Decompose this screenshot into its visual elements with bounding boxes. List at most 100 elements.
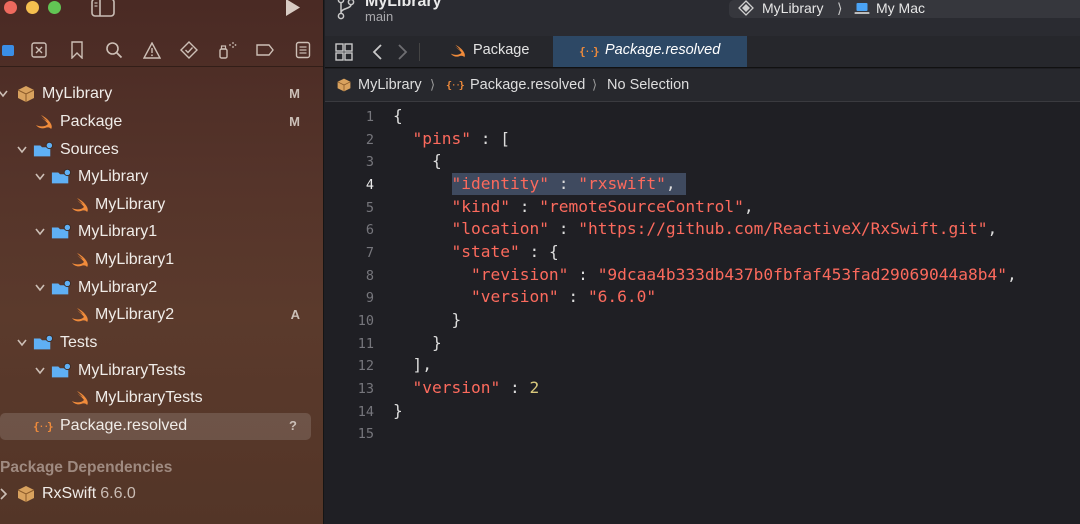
- swift-icon: [450, 44, 465, 58]
- report-navigator-tab[interactable]: [293, 40, 313, 60]
- folder-icon: [33, 334, 53, 350]
- swift-icon: [72, 391, 88, 405]
- target-diamond-icon: [738, 0, 754, 16]
- chevron-down-icon[interactable]: [35, 282, 45, 294]
- tree-row-mylibrary2-swift[interactable]: MyLibrary2 A: [0, 302, 323, 329]
- code-line: "kind" : "remoteSourceControl",: [451, 197, 754, 216]
- code-line: {: [393, 151, 442, 170]
- breakpoint-icon: [256, 44, 274, 56]
- tree-row-project[interactable]: MyLibrary M: [0, 81, 323, 108]
- tree-row-mylibrarytests-swift[interactable]: MyLibraryTests: [0, 385, 323, 412]
- code-line: "version" : 2: [412, 378, 540, 397]
- jump-bar-selection[interactable]: No Selection: [607, 77, 689, 93]
- svg-text:}: }: [593, 45, 600, 58]
- chevron-right-icon[interactable]: [0, 488, 8, 500]
- code-line: "version" : "6.6.0": [470, 287, 657, 306]
- chevron-down-icon[interactable]: [35, 226, 45, 238]
- package-icon: [17, 486, 35, 502]
- line-number: 14: [357, 404, 374, 420]
- branch-name[interactable]: main: [365, 9, 393, 24]
- test-diamond-icon: [180, 41, 198, 59]
- source-editor[interactable]: 1 2 3 4 5 6 7 8 9 10 11 12 13 14 15 { "p…: [325, 103, 1080, 524]
- line-number: 9: [365, 290, 374, 306]
- tree-row-mylibrary-folder[interactable]: MyLibrary: [0, 164, 323, 191]
- minimize-window-button[interactable]: [26, 1, 39, 14]
- report-icon: [295, 41, 311, 59]
- tree-row-mylibrary2-folder[interactable]: MyLibrary2: [0, 275, 323, 302]
- tree-row-package-resolved[interactable]: { ·· } Package.resolved ?: [0, 413, 311, 440]
- chevron-down-icon[interactable]: [0, 88, 8, 100]
- tree-row-mylibrary1-folder[interactable]: MyLibrary1: [0, 219, 323, 246]
- json-string: "rxswift": [578, 174, 666, 193]
- folder-icon: [33, 141, 53, 157]
- tree-row-mylibrary-swift[interactable]: MyLibrary: [0, 192, 323, 219]
- tab-bar-divider: [419, 43, 420, 61]
- window-toolbar: MyLibrary main MyLibrary ⟩ My Mac: [325, 0, 1080, 36]
- editor-tab-bar: Package { ·· } Package.resolved: [325, 36, 1080, 68]
- package-dependencies-header: Package Dependencies: [0, 459, 173, 476]
- jump-bar-separator: ⟩: [592, 77, 598, 92]
- project-navigator-tab[interactable]: [0, 40, 20, 60]
- dependency-row-rxswift[interactable]: RxSwift 6.6.0: [0, 481, 323, 508]
- branch-icon[interactable]: [337, 0, 355, 20]
- line-number: 3: [365, 154, 374, 170]
- line-number: 7: [365, 245, 374, 261]
- debug-navigator-tab[interactable]: [217, 40, 237, 60]
- code-line: "location" : "https://github.com/Reactiv…: [451, 219, 998, 238]
- code-line: ],: [393, 355, 432, 374]
- scheme-separator: ⟩: [837, 0, 843, 16]
- line-number: 15: [357, 426, 374, 442]
- chevron-down-icon[interactable]: [17, 337, 27, 349]
- tab-label: Package: [473, 42, 530, 58]
- json-file-icon: { ·· }: [446, 81, 465, 92]
- find-navigator-tab[interactable]: [104, 40, 124, 60]
- chevron-right-icon[interactable]: [396, 43, 410, 61]
- tab-package[interactable]: Package: [431, 36, 553, 67]
- chevron-left-icon[interactable]: [370, 43, 384, 61]
- tree-label: MyLibrary2: [95, 306, 175, 323]
- jump-bar-project[interactable]: MyLibrary: [358, 77, 422, 93]
- chevron-down-icon[interactable]: [35, 171, 45, 183]
- tree-row-mylibrarytests-folder[interactable]: MyLibraryTests: [0, 358, 323, 385]
- related-items-grid-icon[interactable]: [334, 42, 354, 62]
- search-icon: [106, 42, 123, 59]
- folder-icon: [51, 223, 71, 239]
- tab-package-resolved[interactable]: { ·· } Package.resolved: [553, 36, 747, 67]
- breakpoint-navigator-tab[interactable]: [255, 40, 275, 60]
- issue-navigator-tab[interactable]: [142, 40, 162, 60]
- code-line: }: [393, 401, 403, 420]
- navigator-divider: [0, 66, 323, 67]
- tree-row-tests-folder[interactable]: Tests: [0, 330, 323, 357]
- code-line: {: [393, 106, 403, 125]
- navigator-sidebar: MyLibrary M Package M Sources MyLibrary …: [0, 0, 324, 524]
- tree-label: MyLibrary: [95, 196, 166, 213]
- spray-icon: [219, 42, 237, 59]
- source-control-navigator-tab[interactable]: [29, 40, 49, 60]
- json-key: "revision": [470, 265, 569, 284]
- sidebar-toggle-icon[interactable]: [91, 0, 115, 17]
- run-icon[interactable]: [282, 0, 302, 18]
- jump-bar-file[interactable]: Package.resolved: [470, 77, 585, 93]
- tree-row-package-swift[interactable]: Package M: [0, 109, 323, 136]
- json-string: "6.6.0": [587, 287, 657, 306]
- test-navigator-tab[interactable]: [179, 40, 199, 60]
- code-line: "identity" : "rxswift",: [451, 174, 676, 193]
- tree-label: MyLibrary: [78, 168, 149, 185]
- bookmark-navigator-tab[interactable]: [67, 40, 87, 60]
- json-number: 2: [529, 378, 540, 397]
- tree-label: MyLibraryTests: [95, 389, 203, 406]
- close-window-button[interactable]: [4, 1, 17, 14]
- scheme-selector[interactable]: MyLibrary ⟩ My Mac: [729, 0, 1080, 18]
- scheme-target-label[interactable]: MyLibrary: [762, 0, 823, 16]
- tree-row-mylibrary1-swift[interactable]: MyLibrary1: [0, 247, 323, 274]
- line-number: 10: [357, 313, 374, 329]
- chevron-down-icon[interactable]: [35, 365, 45, 377]
- run-destination-label[interactable]: My Mac: [876, 0, 925, 16]
- tree-row-sources-folder[interactable]: Sources: [0, 137, 323, 164]
- package-icon: [337, 78, 351, 92]
- json-string: "remoteSourceControl": [539, 197, 744, 216]
- chevron-down-icon[interactable]: [17, 144, 27, 156]
- zoom-window-button[interactable]: [48, 1, 61, 14]
- json-key: "state": [451, 242, 520, 261]
- folder-icon: [51, 168, 71, 184]
